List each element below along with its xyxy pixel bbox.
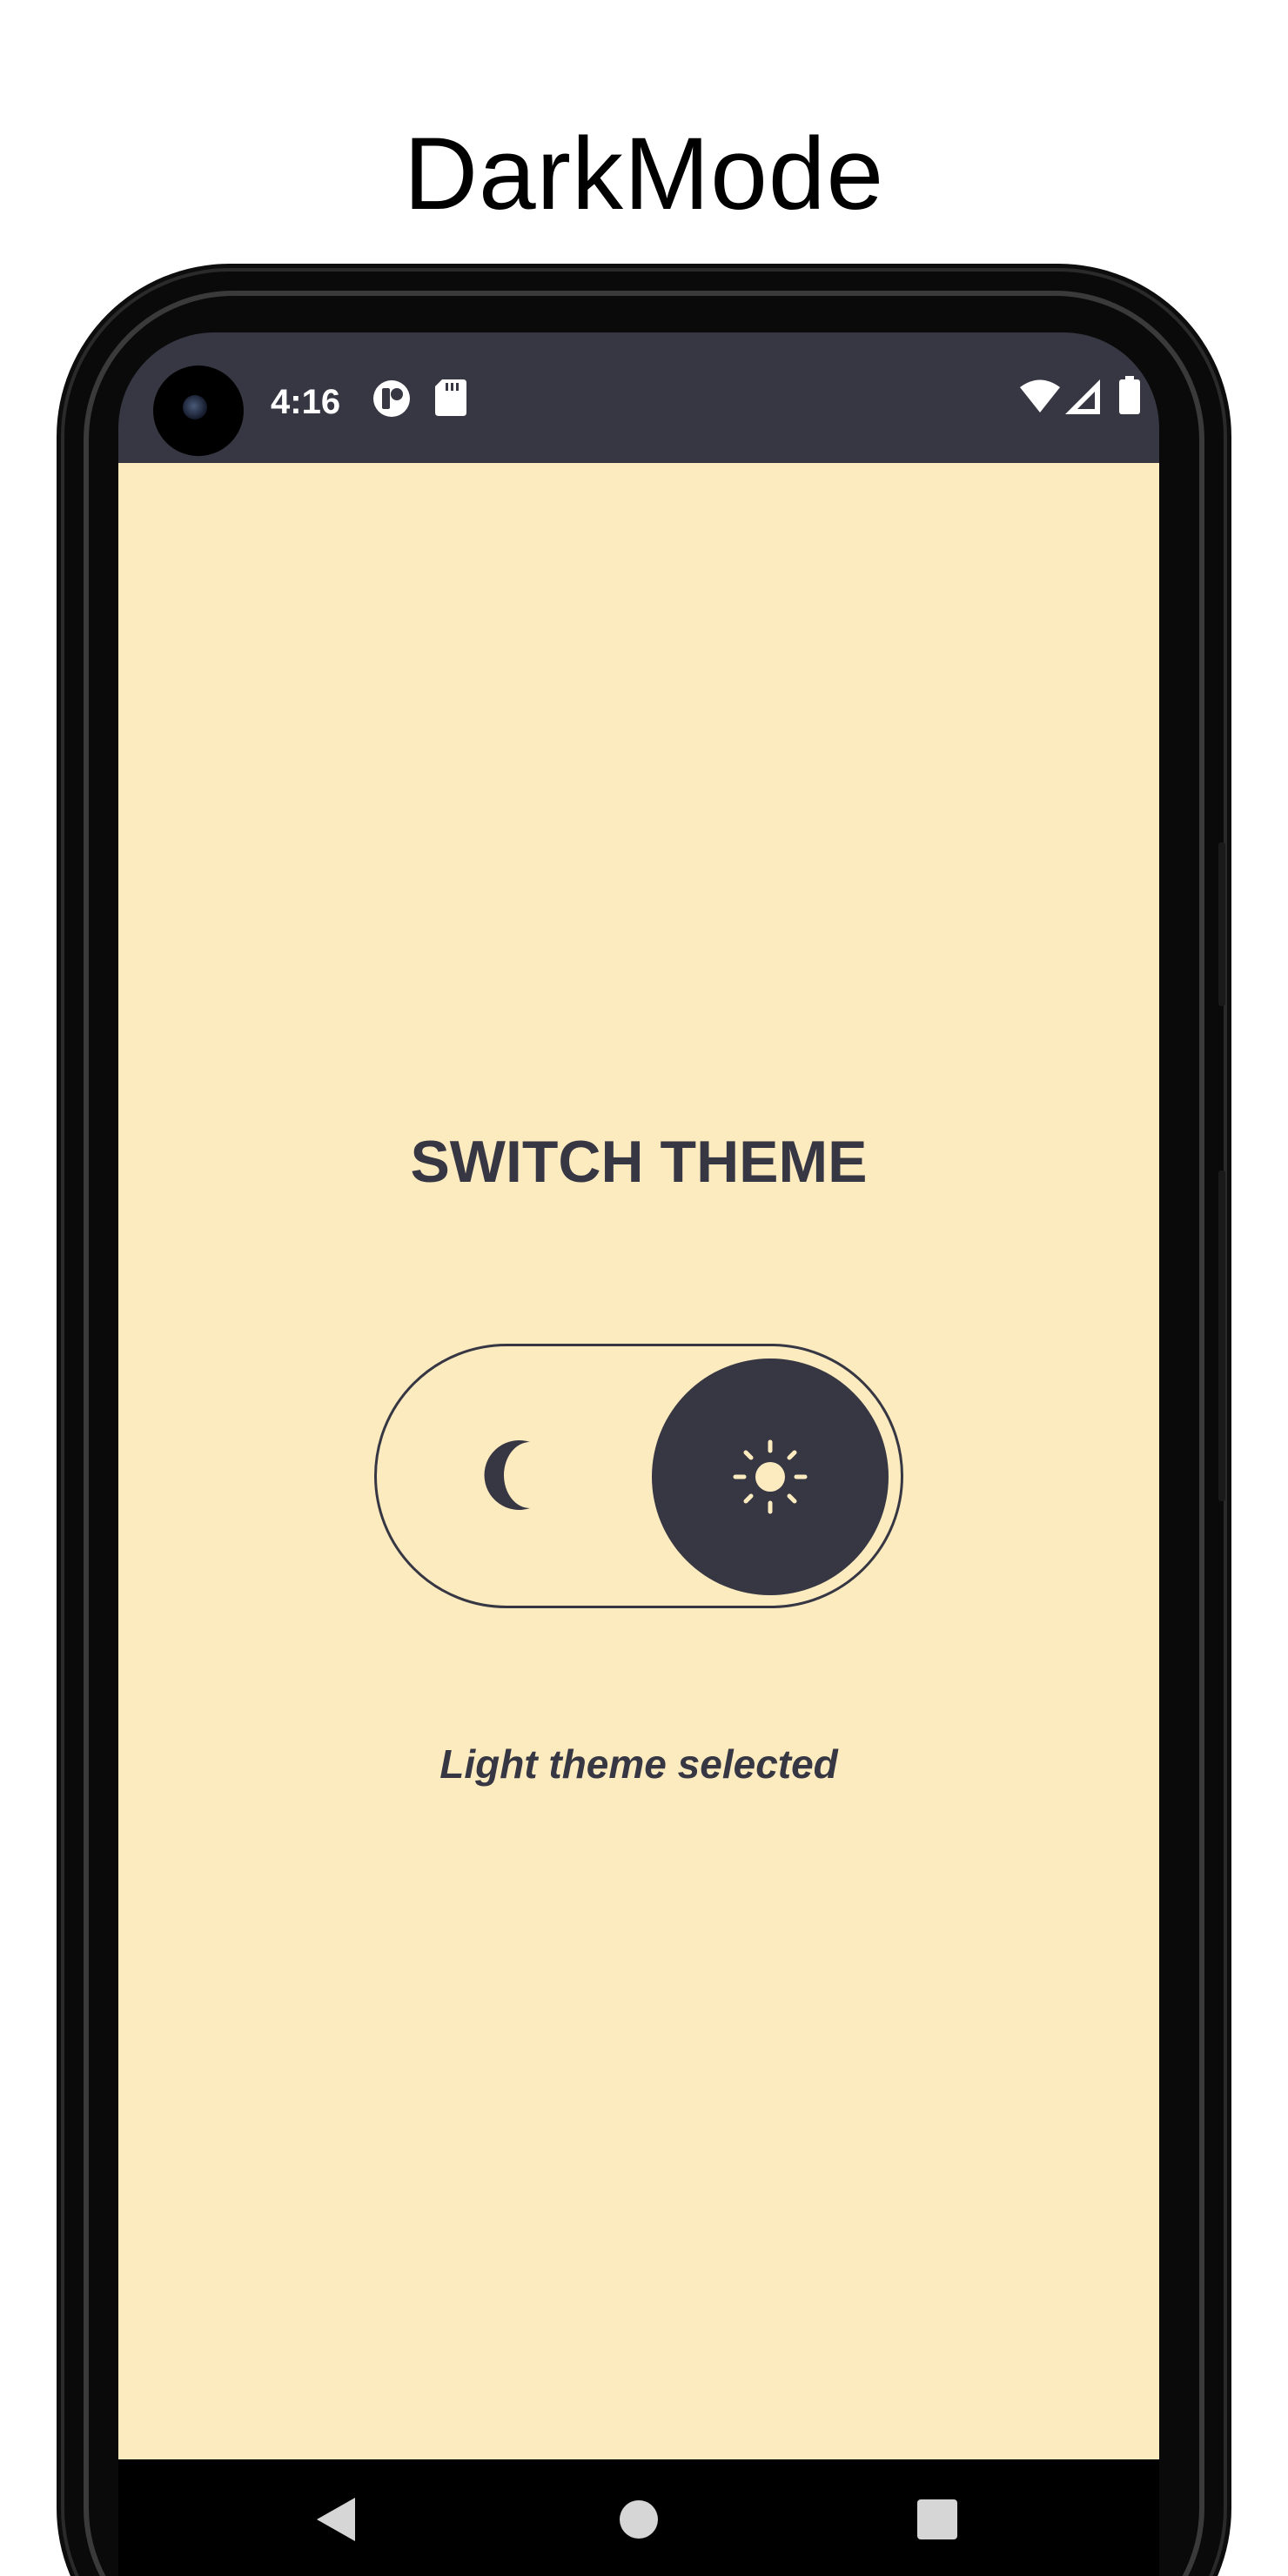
switch-theme-heading: SWITCH THEME bbox=[410, 1129, 868, 1195]
signal-icon bbox=[1065, 379, 1100, 419]
back-icon[interactable] bbox=[317, 2498, 355, 2546]
power-button bbox=[1218, 1171, 1225, 1501]
battery-icon bbox=[1119, 376, 1140, 419]
recents-icon[interactable] bbox=[917, 2499, 957, 2544]
app-title: DarkMode bbox=[403, 117, 885, 231]
theme-status-text: Light theme selected bbox=[439, 1741, 838, 1787]
notification-icon bbox=[371, 378, 413, 424]
volume-button bbox=[1218, 842, 1225, 1006]
sd-card-icon bbox=[435, 379, 466, 420]
home-icon[interactable] bbox=[619, 2499, 659, 2544]
status-time: 4:16 bbox=[271, 383, 341, 421]
wifi-icon bbox=[1020, 379, 1060, 419]
theme-toggle-switch[interactable] bbox=[374, 1344, 903, 1608]
camera-lens bbox=[183, 395, 207, 419]
moon-icon bbox=[478, 1439, 551, 1516]
status-bar: 4:16 bbox=[118, 332, 1159, 463]
front-camera bbox=[153, 366, 244, 456]
navigation-bar bbox=[118, 2459, 1159, 2576]
page: DarkMode 4:16 SWITCH THEME Light theme s… bbox=[0, 0, 1288, 2576]
toggle-knob[interactable] bbox=[652, 1358, 889, 1595]
sun-icon bbox=[727, 1433, 814, 1525]
